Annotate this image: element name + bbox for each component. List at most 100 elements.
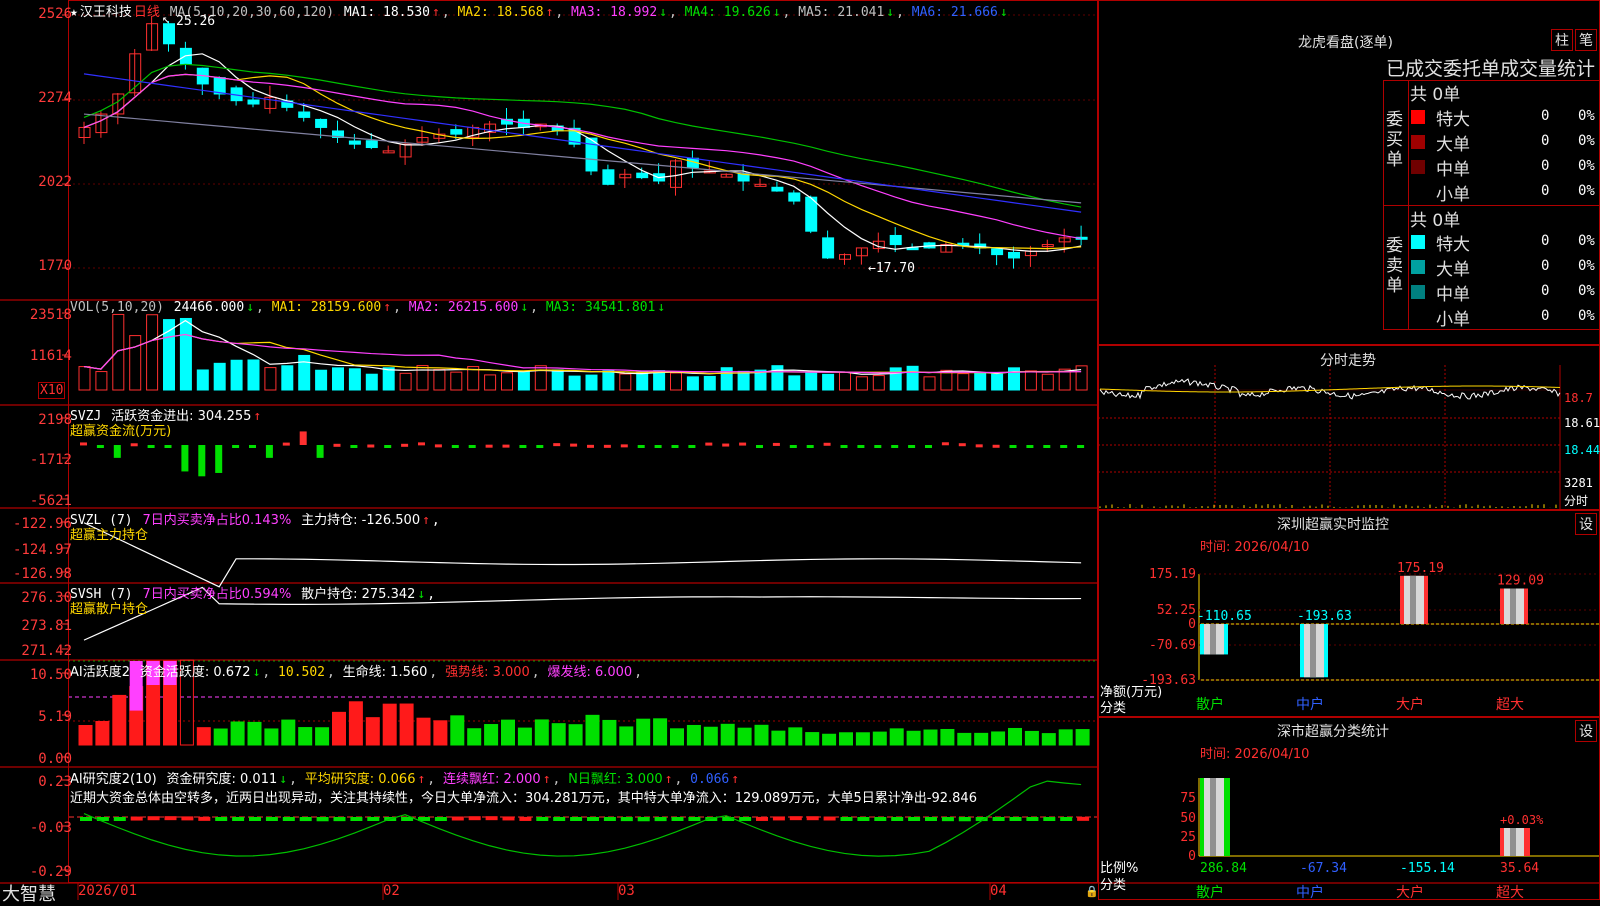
svzj-axis-label: -5621 <box>29 493 72 509</box>
ai2-e-arrow: ↑ <box>731 772 740 787</box>
monitor-time: 时间: 2026/04/10 <box>1200 540 1310 555</box>
svsh-axis-label: 276.30 <box>21 590 72 606</box>
ai1-axis-label: 0.00 <box>38 751 72 767</box>
buy-row-pct: 0% <box>1578 183 1595 199</box>
intraday-title: 分时走势 <box>1320 353 1376 369</box>
sell-row-pct: 0% <box>1578 308 1595 324</box>
vol-arrow: ↓ <box>246 300 255 315</box>
ma1-arrow: ↑ <box>431 5 440 20</box>
svsh-sub: 超赢散户持仓 <box>70 602 149 617</box>
ma6-arrow: ↓ <box>999 5 1008 20</box>
classify-panel <box>1098 717 1600 900</box>
bar-mode-button[interactable]: 柱 <box>1551 29 1573 51</box>
sell-row-label: 大单 <box>1436 260 1470 280</box>
buy-row-pct: 0% <box>1578 108 1595 124</box>
buy-row-label: 小单 <box>1436 185 1470 205</box>
svzj-arrow: ↑ <box>253 409 262 424</box>
svsh-axis-label: 271.42 <box>21 643 72 659</box>
svzl-comma: , <box>431 513 440 528</box>
sell-row-count: 0 <box>1541 283 1550 299</box>
buy-row-count: 0 <box>1541 183 1550 199</box>
svsh-arrow: ↓ <box>417 587 426 602</box>
longhu-subtitle: 已成交委托单成交量统计 <box>1386 58 1596 80</box>
monitor-settings-button[interactable]: 设 <box>1575 513 1597 535</box>
svzl-axis-label: -126.98 <box>12 566 72 582</box>
ai1-c: 生命线: 1.560 <box>342 665 428 680</box>
ai2-axis-label: -0.29 <box>29 864 72 880</box>
svsh-main: 散户持仓: 275.342 <box>301 587 416 602</box>
high-annotation: 25.26 <box>176 14 216 29</box>
vol-ma2-arrow: ↓ <box>520 300 529 315</box>
ai1-label: AI活跃度2 <box>70 665 130 680</box>
buy-total: 共 0单 <box>1410 85 1461 105</box>
ma4-arrow: ↓ <box>772 5 781 20</box>
ai2-c: 连续飘红: 2.000 <box>442 772 541 787</box>
vol-label: VOL(5,10,20) <box>70 300 164 315</box>
buy-row-swatch <box>1411 110 1425 124</box>
ma2-arrow: ↑ <box>545 5 554 20</box>
buy-row-swatch <box>1411 135 1425 149</box>
longhu-title: 龙虎看盘(逐单) <box>1298 35 1393 51</box>
low-annotation: ←17.70 <box>868 261 915 276</box>
vol-legend: VOL(5,10,20) 24466.000 ↓, MA1: 28159.600 ↑… <box>70 300 666 315</box>
vol-ma3: MA3: 34541.801 <box>545 300 656 315</box>
ai2-legend: AI研究度2(10) 资金研究度: 0.011 ↓, 平均研究度: 0.066 ↑,… <box>70 772 740 787</box>
sell-row-count: 0 <box>1541 233 1550 249</box>
price-axis-label: 1770 <box>38 258 72 274</box>
ai1-b: 10.502 <box>278 665 326 680</box>
buy-row-label: 中单 <box>1436 160 1470 180</box>
intraday-axis-label: 18.7 <box>1564 391 1593 405</box>
sell-row-swatch <box>1411 285 1425 299</box>
svsh-ratio: 7日内买卖净占比0.594% <box>142 587 292 602</box>
monitor-xlabel: 分类 <box>1100 701 1127 716</box>
svzl-arrow: ↑ <box>422 513 430 528</box>
lock-icon[interactable]: 🔒 <box>1085 885 1099 898</box>
ai2-a: 资金研究度: 0.011 <box>166 772 278 787</box>
ai1-e: 爆发线: 6.000 <box>547 665 633 680</box>
ma2-value: MA2: 18.568 <box>457 5 544 20</box>
sell-side-label: 委卖单 <box>1386 236 1403 296</box>
sell-row-count: 0 <box>1541 308 1550 324</box>
svsh-axis-label: 273.81 <box>21 618 72 634</box>
buy-row-pct: 0% <box>1578 158 1595 174</box>
ai2-e: 0.066 <box>690 772 730 787</box>
svzl-ratio: 7日内买卖净占比0.143% <box>142 513 292 528</box>
buy-side-label: 委买单 <box>1386 110 1403 170</box>
chart-area-border <box>68 0 1098 883</box>
buy-row-count: 0 <box>1541 108 1550 124</box>
svsh-comma: , <box>427 587 436 602</box>
stock-name[interactable]: 汉王科技 <box>80 5 132 20</box>
ai2-axis-label: -0.03 <box>29 820 72 836</box>
ai1-axis-label: 10.50 <box>29 667 72 683</box>
intraday-vol-unit: 分时 <box>1564 494 1589 508</box>
xaxis-label: 04 <box>990 883 1007 899</box>
vol-ma2: MA2: 26215.600 <box>408 300 519 315</box>
brand-logo: 大智慧 <box>2 884 56 905</box>
sell-row-pct: 0% <box>1578 283 1595 299</box>
ai2-axis-label: 0.23 <box>38 774 72 790</box>
sell-row-pct: 0% <box>1578 258 1595 274</box>
buy-row-count: 0 <box>1541 133 1550 149</box>
sell-row-label: 中单 <box>1436 285 1470 305</box>
ma1-value: MA1: 18.530 <box>343 5 430 20</box>
svzl-main: 主力持仓: -126.500 <box>301 513 421 528</box>
buy-row-swatch <box>1411 185 1425 199</box>
ai1-d: 强势线: 3.000 <box>445 665 530 680</box>
ai2-b: 平均研究度: 0.066 <box>304 772 416 787</box>
intraday-vol: 3281 <box>1564 476 1593 490</box>
ai1-axis-label: 5.19 <box>38 709 72 725</box>
stroke-mode-button[interactable]: 笔 <box>1575 29 1597 51</box>
classify-settings-button[interactable]: 设 <box>1575 720 1597 742</box>
xaxis-label: 2026/01 <box>78 883 138 899</box>
monitor-panel <box>1098 510 1600 717</box>
sell-row-swatch <box>1411 260 1425 274</box>
sell-row-count: 0 <box>1541 258 1550 274</box>
vol-ma1-arrow: ↑ <box>383 300 392 315</box>
sell-total: 共 0单 <box>1410 211 1461 231</box>
svzj-axis-label: -1712 <box>29 452 72 468</box>
vol-axis-label: 11614 <box>29 348 72 364</box>
period-label[interactable]: 日线 <box>134 5 160 20</box>
classify-xlabel: 分类 <box>1100 878 1127 893</box>
ai2-label: AI研究度2(10) <box>70 772 157 787</box>
ai2-c-arrow: ↑ <box>542 772 551 787</box>
